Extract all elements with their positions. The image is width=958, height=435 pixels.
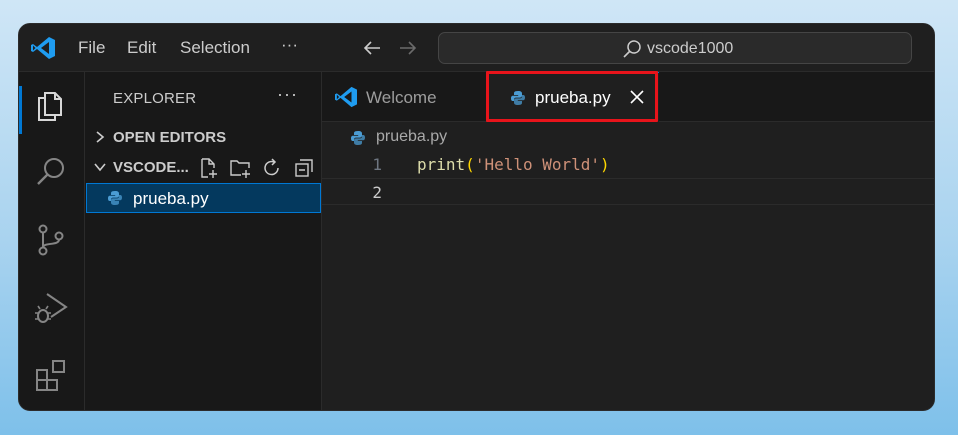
code-token-string: 'Hello World' [474, 155, 601, 174]
collapse-all-icon[interactable] [293, 157, 315, 179]
breadcrumb-file: prueba.py [376, 128, 448, 145]
open-editors-label: OPEN EDITORS [113, 129, 227, 146]
files-icon[interactable] [33, 87, 69, 123]
explorer-sidebar: EXPLORER ··· OPEN EDITORS VSCODE... prue… [85, 72, 322, 410]
code-token-paren-open: ( [465, 155, 475, 174]
code-token-paren-close: ) [600, 155, 610, 174]
tab-label: Welcome [366, 88, 437, 107]
command-center-search[interactable]: vscode1000 [438, 32, 912, 64]
line-number: 1 [372, 155, 382, 174]
menu-file[interactable]: File [78, 38, 105, 58]
folder-label: VSCODE... [113, 159, 189, 176]
run-debug-icon[interactable] [33, 290, 69, 326]
vscode-logo-icon [335, 86, 357, 108]
forward-arrow-icon[interactable] [397, 37, 419, 59]
highlight-box [486, 71, 658, 122]
vscode-logo-icon[interactable] [30, 36, 56, 60]
python-file-icon [351, 131, 365, 145]
menu-more[interactable]: ··· [281, 35, 298, 55]
folder-actions [197, 156, 321, 180]
code-token-function: print [417, 155, 466, 174]
tab-welcome[interactable]: Welcome [322, 72, 487, 122]
file-item-prueba[interactable]: prueba.py [86, 183, 321, 213]
menu-selection[interactable]: Selection [180, 38, 250, 58]
activity-bar [19, 72, 85, 410]
search-icon [623, 40, 641, 58]
back-arrow-icon[interactable] [361, 37, 383, 59]
title-bar: File Edit Selection ··· vscode1000 [19, 24, 934, 72]
chevron-right-icon [96, 131, 105, 143]
extensions-icon[interactable] [33, 358, 69, 394]
line-number: 2 [372, 183, 382, 202]
explorer-title: EXPLORER [113, 90, 197, 107]
new-file-icon[interactable] [197, 157, 219, 179]
menu-edit[interactable]: Edit [127, 38, 156, 58]
python-file-icon [108, 191, 122, 205]
chevron-down-icon [94, 163, 106, 172]
search-text: vscode1000 [647, 40, 734, 57]
active-indicator [19, 86, 22, 134]
file-name: prueba.py [133, 189, 209, 208]
search-icon[interactable] [33, 154, 69, 190]
refresh-icon[interactable] [261, 157, 283, 179]
folder-section[interactable]: VSCODE... [93, 156, 321, 180]
code-line-1[interactable]: 1 print('Hello World') [322, 151, 934, 178]
code-line-2[interactable]: 2 [322, 178, 934, 205]
new-folder-icon[interactable] [229, 157, 251, 179]
explorer-more-button[interactable]: ··· [277, 84, 298, 105]
open-editors-section[interactable]: OPEN EDITORS [93, 126, 313, 150]
source-control-icon[interactable] [33, 222, 69, 258]
editor-area: Welcome prueba.py prueba.py 1 print('Hel… [322, 72, 934, 410]
code-text[interactable]: print('Hello World') [417, 155, 610, 174]
vscode-window: File Edit Selection ··· vscode1000 EXPLO… [18, 23, 935, 411]
